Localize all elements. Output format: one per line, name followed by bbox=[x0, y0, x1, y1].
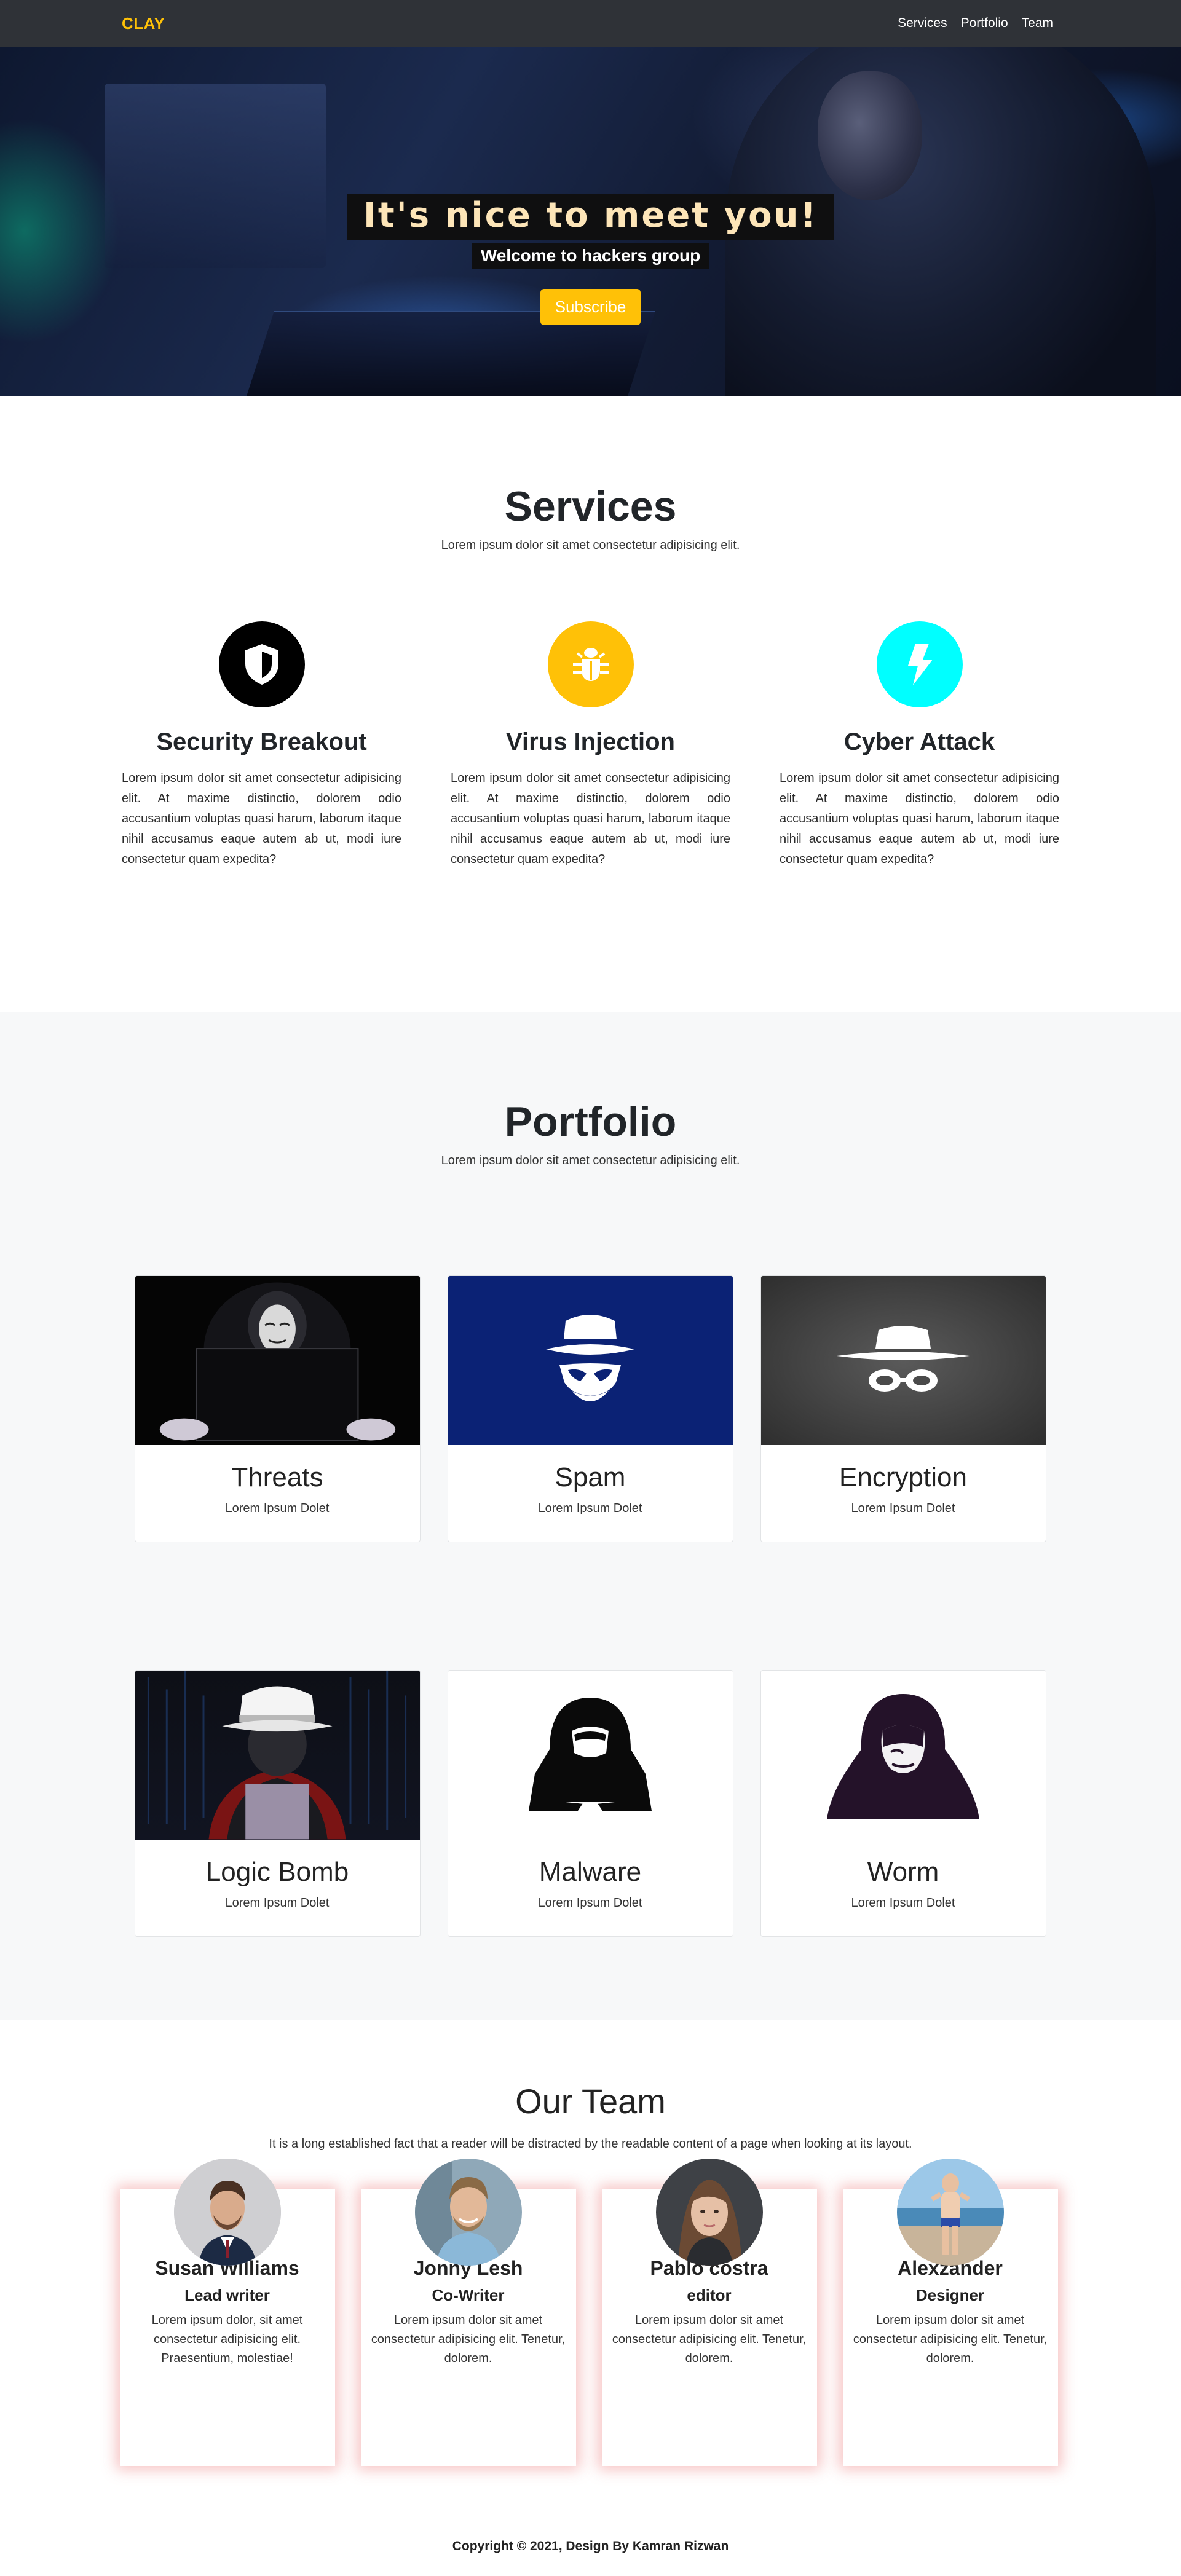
team-subtitle: It is a long established fact that a rea… bbox=[269, 2137, 912, 2151]
nav-links: Services Portfolio Team bbox=[898, 16, 1053, 31]
portfolio-card-subtitle: Lorem Ipsum Dolet bbox=[538, 1502, 642, 1515]
portfolio-card[interactable]: Threats Lorem Ipsum Dolet bbox=[134, 1275, 421, 1542]
nav-link-portfolio[interactable]: Portfolio bbox=[961, 16, 1008, 31]
avatar bbox=[173, 2159, 281, 2266]
portfolio-card-title: Spam bbox=[555, 1462, 626, 1492]
spy-hat-glasses-icon-gray bbox=[760, 1276, 1046, 1445]
portfolio-card[interactable]: Malware Lorem Ipsum Dolet bbox=[447, 1670, 733, 1937]
purple-hooded-hacker-icon bbox=[760, 1671, 1046, 1840]
portfolio-card-title: Malware bbox=[539, 1857, 642, 1887]
masked-hacker-laptop-image bbox=[135, 1276, 420, 1445]
service-title: Virus Injection bbox=[506, 728, 675, 755]
hooded-hacker-icon bbox=[448, 1671, 733, 1840]
service-title: Cyber Attack bbox=[843, 728, 995, 755]
service-text: Lorem ipsum dolor sit amet consectetur a… bbox=[780, 771, 1059, 866]
lightning-icon bbox=[876, 621, 963, 707]
services-title: Services bbox=[504, 483, 677, 530]
portfolio-card-title: Threats bbox=[231, 1462, 323, 1492]
team-member-role: editor bbox=[687, 2286, 732, 2304]
service-text: Lorem ipsum dolor sit amet consectetur a… bbox=[122, 771, 401, 866]
hero-content: It's nice to meet you! Welcome to hacker… bbox=[0, 194, 1181, 325]
footer: Copyright © 2021, Design By Kamran Rizwa… bbox=[0, 2517, 1181, 2576]
team-member-bio: Lorem ipsum dolor sit amet consectetur a… bbox=[612, 2314, 807, 2365]
portfolio-subtitle: Lorem ipsum dolor sit amet consectetur a… bbox=[441, 1154, 740, 1167]
team-section: Our Team It is a long established fact t… bbox=[0, 2020, 1181, 2517]
subscribe-button[interactable]: Subscribe bbox=[540, 288, 641, 325]
hero-title: It's nice to meet you! bbox=[347, 194, 834, 240]
portfolio-card-subtitle: Lorem Ipsum Dolet bbox=[225, 1502, 330, 1515]
portfolio-title: Portfolio bbox=[504, 1098, 677, 1145]
services-grid: Security Breakout Lorem ipsum dolor sit … bbox=[122, 621, 1059, 870]
portfolio-card[interactable]: Encryption Lorem Ipsum Dolet bbox=[760, 1275, 1046, 1542]
services-section: Services Lorem ipsum dolor sit amet cons… bbox=[0, 396, 1181, 1012]
team-member-bio: Lorem ipsum dolor sit amet consectetur a… bbox=[853, 2314, 1048, 2365]
hero-background-face bbox=[818, 71, 922, 200]
team-grid: Susan Williams Lead writer Lorem ipsum d… bbox=[119, 2151, 1062, 2471]
brand-logo[interactable]: CLAY bbox=[122, 14, 165, 33]
portfolio-card-title: Logic Bomb bbox=[205, 1857, 349, 1887]
team-member-bio: Lorem ipsum dolor, sit amet consectetur … bbox=[151, 2314, 303, 2365]
hero-subtitle: Welcome to hackers group bbox=[472, 243, 709, 269]
portfolio-card[interactable]: Worm Lorem Ipsum Dolet bbox=[760, 1670, 1046, 1937]
avatar bbox=[896, 2159, 1004, 2266]
avatar bbox=[655, 2159, 763, 2266]
white-hat-hacker-image bbox=[135, 1671, 420, 1840]
nav-link-services[interactable]: Services bbox=[898, 16, 947, 31]
services-subtitle: Lorem ipsum dolor sit amet consectetur a… bbox=[441, 538, 740, 552]
footer-copyright: Copyright © 2021, Design By Kamran Rizwa… bbox=[452, 2539, 729, 2553]
team-member-role: Designer bbox=[915, 2286, 985, 2304]
portfolio-card-subtitle: Lorem Ipsum Dolet bbox=[225, 1896, 330, 1910]
nav-link-team[interactable]: Team bbox=[1022, 16, 1053, 31]
team-member-bio: Lorem ipsum dolor sit amet consectetur a… bbox=[371, 2314, 566, 2365]
team-title: Our Team bbox=[515, 2082, 666, 2121]
portfolio-card-subtitle: Lorem Ipsum Dolet bbox=[538, 1896, 642, 1910]
navbar: CLAY Services Portfolio Team bbox=[0, 0, 1181, 47]
shield-icon bbox=[218, 621, 305, 707]
portfolio-section: Portfolio Lorem ipsum dolor sit amet con… bbox=[0, 1012, 1181, 2020]
portfolio-card-title: Worm bbox=[867, 1857, 939, 1887]
team-member-role: Co-Writer bbox=[432, 2286, 505, 2304]
service-card: Cyber Attack Lorem ipsum dolor sit amet … bbox=[780, 621, 1059, 870]
portfolio-card[interactable]: Logic Bomb Lorem Ipsum Dolet bbox=[134, 1670, 421, 1937]
avatar bbox=[414, 2159, 522, 2266]
bug-icon bbox=[547, 621, 634, 707]
portfolio-card-subtitle: Lorem Ipsum Dolet bbox=[851, 1502, 955, 1515]
service-text: Lorem ipsum dolor sit amet consectetur a… bbox=[451, 771, 730, 866]
portfolio-card[interactable]: Spam Lorem Ipsum Dolet bbox=[447, 1275, 733, 1542]
service-title: Security Breakout bbox=[156, 728, 367, 755]
spy-hat-icon-blue bbox=[448, 1276, 733, 1445]
service-card: Virus Injection Lorem ipsum dolor sit am… bbox=[451, 621, 730, 870]
service-card: Security Breakout Lorem ipsum dolor sit … bbox=[122, 621, 401, 870]
team-member-role: Lead writer bbox=[184, 2286, 270, 2304]
hero-banner: It's nice to meet you! Welcome to hacker… bbox=[0, 47, 1181, 396]
portfolio-grid: Threats Lorem Ipsum Dolet Spam Lorem Ips… bbox=[134, 1275, 1047, 1937]
portfolio-card-title: Encryption bbox=[839, 1462, 967, 1492]
portfolio-card-subtitle: Lorem Ipsum Dolet bbox=[851, 1896, 955, 1910]
